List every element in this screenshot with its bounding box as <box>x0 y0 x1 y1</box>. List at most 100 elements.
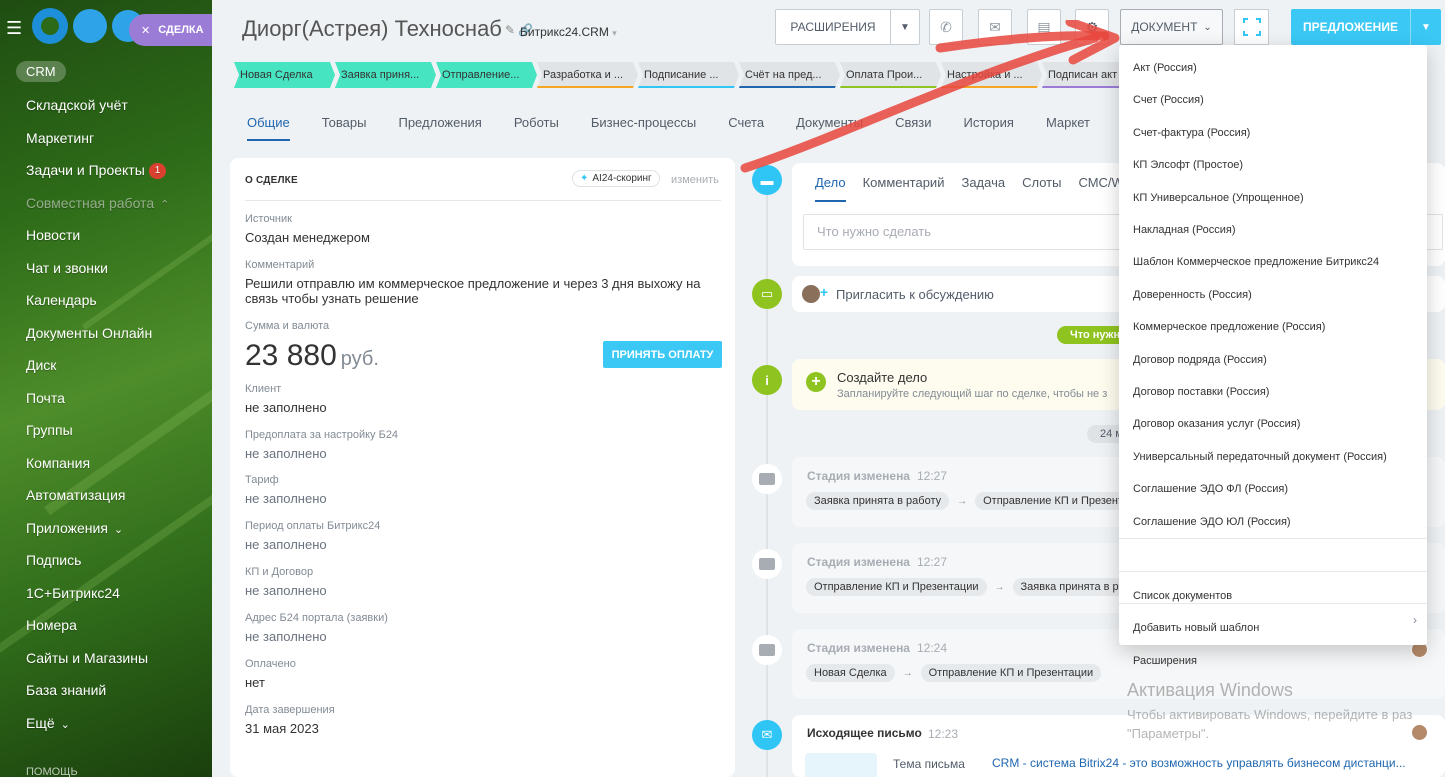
plus-icon[interactable]: + <box>806 372 826 392</box>
sidebar-item[interactable]: Документы Онлайн <box>26 322 169 355</box>
sidebar-item[interactable]: Автоматизация <box>26 484 169 517</box>
sidebar-item[interactable]: Календарь <box>26 289 169 322</box>
tab[interactable]: Связи <box>895 115 931 141</box>
menu-item-template[interactable]: Договор подряда (Россия) <box>1133 354 1267 366</box>
watermark-line: "Параметры". <box>1127 726 1210 741</box>
menu-item-doc-list[interactable]: Список документов <box>1133 590 1232 602</box>
sidebar-item[interactable]: Почта <box>26 387 169 420</box>
tab[interactable]: Общие <box>247 115 290 141</box>
amount-value[interactable]: 23 880 руб. <box>245 339 379 373</box>
bitrix-logo[interactable] <box>30 6 140 46</box>
field-kp[interactable]: КП и Договор не заполнено <box>245 566 725 598</box>
field-comment[interactable]: Комментарий Решили отправлю им коммерчес… <box>245 259 725 306</box>
stage-item[interactable]: Разработка и ... <box>537 62 638 88</box>
field-tariff[interactable]: Тариф не заполнено <box>245 474 725 506</box>
menu-item-extensions[interactable]: Расширения <box>1133 655 1197 667</box>
stage-item[interactable]: Счёт на пред... <box>739 62 840 88</box>
field-paid[interactable]: Оплачено нет <box>245 658 725 690</box>
edit-link[interactable]: изменить <box>671 174 719 186</box>
sidebar-item[interactable]: Маркетинг <box>26 127 169 160</box>
stage-item[interactable]: Подписание ... <box>638 62 739 88</box>
menu-item-template[interactable]: Доверенность (Россия) <box>1133 289 1252 301</box>
menu-item-template[interactable]: Универсальный передаточный документ (Рос… <box>1133 451 1387 463</box>
sidebar-item[interactable]: Номера <box>26 614 169 647</box>
sidebar-item[interactable]: Группы <box>26 419 169 452</box>
sidebar-item[interactable]: Сайты и Магазины <box>26 647 169 680</box>
gear-icon[interactable]: ⚙ <box>1075 9 1109 45</box>
extensions-button[interactable]: РАСШИРЕНИЯ ▼ <box>775 9 920 45</box>
mail-icon[interactable]: ✉ <box>978 9 1012 45</box>
ai-scoring-chip[interactable]: ✦ AI24-скоринг <box>572 170 660 187</box>
stage-label: Настройка и ... <box>947 69 1023 81</box>
offer-button[interactable]: ПРЕДЛОЖЕНИЕ ▼ <box>1291 9 1441 45</box>
menu-item-template[interactable]: Соглашение ЭДО ЮЛ (Россия) <box>1133 516 1291 528</box>
hamburger-icon[interactable]: ☰ <box>6 18 22 39</box>
field-portal[interactable]: Адрес Б24 портала (заявки) не заполнено <box>245 612 725 644</box>
menu-item-template[interactable]: КП Элсофт (Простое) <box>1133 159 1243 171</box>
tab[interactable]: Счета <box>728 115 764 141</box>
tab[interactable]: Документы <box>796 115 863 141</box>
composer-tab[interactable]: Дело <box>815 175 846 202</box>
sidebar-item[interactable]: Приложения ⌄ <box>26 517 169 550</box>
scan-icon[interactable] <box>1234 9 1269 45</box>
sidebar-item[interactable]: Задачи и Проекты 1 <box>26 159 169 192</box>
avatar[interactable] <box>1411 724 1428 741</box>
subject-link[interactable]: CRM - система Bitrix24 - это возможность… <box>992 756 1406 770</box>
phone-icon[interactable]: ✆ <box>929 9 963 45</box>
sidebar-item[interactable]: Новости <box>26 224 169 257</box>
menu-item-template[interactable]: Коммерческое предложение (Россия) <box>1133 321 1325 333</box>
stage-item[interactable]: Заявка приня... <box>335 62 436 88</box>
stage-change-icon <box>752 635 782 665</box>
sidebar-item[interactable]: Ещё ⌄ <box>26 712 169 745</box>
sidebar-item[interactable]: Подпись <box>26 549 169 582</box>
crm-link[interactable]: Битрикс24.CRM ▾ <box>520 25 617 39</box>
menu-item-template[interactable]: Шаблон Коммерческое предложение Битрикс2… <box>1133 256 1379 268</box>
field-client[interactable]: Клиент не заполнено <box>245 383 725 415</box>
tab[interactable]: Маркет <box>1046 115 1090 141</box>
tab[interactable]: Предложения <box>398 115 481 141</box>
menu-item-template[interactable]: Акт (Россия) <box>1133 62 1197 74</box>
tab[interactable]: Товары <box>322 115 367 141</box>
stage-item[interactable]: Оплата Прои... <box>840 62 941 88</box>
tab[interactable]: Бизнес-процессы <box>591 115 696 141</box>
document-button[interactable]: ДОКУМЕНТ ⌄ <box>1120 9 1223 45</box>
menu-item-add-template[interactable]: Добавить новый шаблон <box>1133 622 1259 634</box>
menu-item-template[interactable]: Договор оказания услуг (Россия) <box>1133 418 1300 430</box>
counter-badge: 1 <box>148 163 167 179</box>
menu-item-template[interactable]: Счет (Россия) <box>1133 94 1204 106</box>
sidebar-item[interactable]: База знаний <box>26 679 169 712</box>
chevron-down-icon[interactable]: ▼ <box>1411 22 1441 33</box>
document-icon[interactable]: ▤ <box>1027 9 1061 45</box>
sidebar-item[interactable]: Чат и звонки <box>26 257 169 290</box>
stage-item[interactable]: Новая Сделка <box>234 62 335 88</box>
sidebar-item[interactable]: 1С+Битрикс24 <box>26 582 169 615</box>
close-deal-slider-button[interactable]: ✕ СДЕЛКА <box>129 14 212 46</box>
chevron-down-icon[interactable]: ▼ <box>891 22 919 33</box>
menu-item-template[interactable]: КП Универсальное (Упрощенное) <box>1133 192 1304 204</box>
field-period[interactable]: Период оплаты Битрикс24 не заполнено <box>245 520 725 552</box>
composer-tab[interactable]: Задача <box>961 175 1005 202</box>
field-prepay[interactable]: Предоплата за настройку Б24 не заполнено <box>245 429 725 461</box>
composer-tab[interactable]: Комментарий <box>863 175 945 202</box>
tab[interactable]: Роботы <box>514 115 559 141</box>
field-source[interactable]: Источник Создан менеджером <box>245 213 725 245</box>
crm-chip[interactable]: CRM <box>16 61 66 82</box>
composer-tab[interactable]: Слоты <box>1022 175 1061 202</box>
accept-payment-button[interactable]: ПРИНЯТЬ ОПЛАТУ <box>603 341 722 368</box>
help-link[interactable]: ПОМОЩЬ <box>26 766 78 777</box>
menu-item-template[interactable]: Договор поставки (Россия) <box>1133 386 1269 398</box>
stage-item[interactable]: Отправление... <box>436 62 537 88</box>
watermark-line: Чтобы активировать Windows, перейдите в … <box>1127 707 1413 722</box>
sidebar-item[interactable]: Совместная работа ⌃ <box>26 192 169 225</box>
subject-label: Тема письма <box>893 757 965 771</box>
menu-item-template[interactable]: Накладная (Россия) <box>1133 224 1236 236</box>
stage-item[interactable]: Настройка и ... <box>941 62 1042 88</box>
tab[interactable]: История <box>964 115 1014 141</box>
sidebar-item[interactable]: Складской учёт <box>26 94 169 127</box>
sidebar-item[interactable]: Диск <box>26 354 169 387</box>
menu-item-template[interactable]: Счет-фактура (Россия) <box>1133 127 1250 139</box>
chevron-icon: ⌄ <box>113 523 124 536</box>
sidebar-item[interactable]: Компания <box>26 452 169 485</box>
menu-item-template[interactable]: Соглашение ЭДО ФЛ (Россия) <box>1133 483 1288 495</box>
field-end-date[interactable]: Дата завершения 31 мая 2023 <box>245 704 725 736</box>
